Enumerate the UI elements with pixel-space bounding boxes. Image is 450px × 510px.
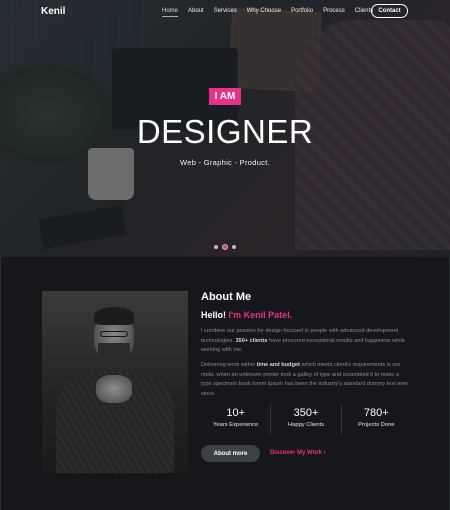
stat-value: 10+ (226, 407, 245, 419)
stat-label: Years Experience (213, 422, 259, 428)
nav-item-portfolio[interactable]: Portfolio (291, 8, 313, 17)
nav-item-home[interactable]: Home (162, 8, 179, 17)
para2-bold: time and budget (256, 362, 300, 368)
nav-item-services[interactable]: Services (214, 8, 237, 17)
photo-beard (98, 343, 130, 363)
hero-tagline: Web - Graphic - Product. (179, 158, 270, 167)
slider-dot-3[interactable] (232, 245, 236, 249)
stat-value: 780+ (363, 407, 389, 419)
stat-clients: 350+ Happy Clients (271, 404, 342, 434)
about-hello: Hello! I'm Kenil Patel. (201, 310, 292, 320)
slider-dot-2[interactable] (223, 245, 227, 249)
stat-label: Projects Done (358, 422, 395, 428)
profile-photo (42, 291, 188, 473)
about-paragraph-2: Delivering work within time and budget w… (201, 361, 411, 399)
photo-hair (94, 307, 134, 325)
para1-bold: 350+ clients (235, 337, 268, 344)
nav-menu: Home About Services Why Choose Portfolio… (162, 8, 383, 17)
stat-label: Happy Clients (287, 422, 325, 428)
photo-hands (96, 375, 132, 403)
stat-projects: 780+ Projects Done (342, 404, 411, 434)
section-border-left (0, 257, 1, 510)
hello-prefix: Hello! (201, 310, 227, 320)
logo[interactable]: Kenil (41, 6, 65, 17)
hero-badge: I AM (209, 88, 241, 105)
nav-item-why-choose[interactable]: Why Choose (247, 8, 281, 17)
discover-work-link[interactable]: Discover My Work › (270, 450, 326, 456)
stat-value: 350+ (293, 407, 319, 419)
slider-dots (214, 245, 236, 249)
about-title: About Me (201, 291, 252, 303)
photo-glasses (100, 331, 128, 337)
contact-button[interactable]: Contact (371, 4, 408, 18)
about-paragraph-1: I combine our passion for design focused… (201, 327, 411, 356)
nav-item-process[interactable]: Process (323, 8, 345, 17)
hello-name: I'm Kenil Patel. (228, 310, 293, 320)
para2-text-a: Delivering work within (201, 362, 256, 368)
about-more-button[interactable]: About more (201, 445, 260, 462)
slider-dot-1[interactable] (214, 245, 218, 249)
stats-row: 10+ Years Experience 350+ Happy Clients … (201, 404, 411, 434)
top-navbar: Kenil Home About Services Why Choose Por… (0, 0, 450, 24)
hero-headline: DESIGNER (136, 113, 314, 150)
stat-years: 10+ Years Experience (201, 404, 272, 434)
nav-item-about[interactable]: About (188, 8, 204, 17)
